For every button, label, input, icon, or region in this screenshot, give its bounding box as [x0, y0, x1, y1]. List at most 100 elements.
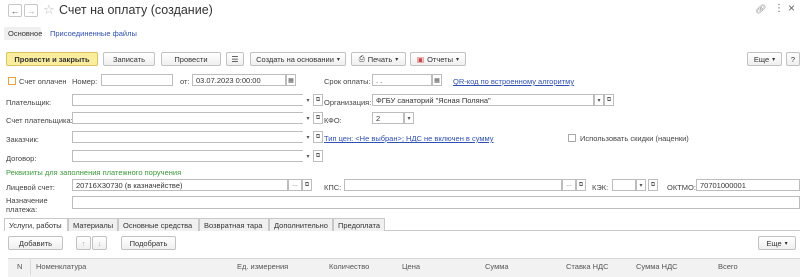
open-icon[interactable]: ⧉: [648, 179, 658, 191]
tab-returnable-container[interactable]: Возвратная тара: [199, 218, 269, 231]
payer-account-field[interactable]: [72, 112, 304, 124]
dropdown-icon[interactable]: ▾: [303, 150, 313, 162]
org-field[interactable]: ФГБУ санаторий "Ясная Поляна": [372, 94, 594, 106]
nav-tab-main[interactable]: Основное: [8, 29, 42, 38]
col-divider: [30, 259, 31, 275]
number-field[interactable]: [101, 74, 173, 86]
personal-account-label: Лицевой счет:: [6, 183, 55, 192]
purpose-label: Назначение платежа:: [6, 196, 48, 214]
save-button[interactable]: Записать: [103, 52, 155, 66]
dropdown-icon[interactable]: ▾: [303, 94, 313, 106]
journal-button[interactable]: ☰: [226, 52, 244, 66]
post-and-close-button[interactable]: Провести и закрыть: [6, 52, 98, 66]
page-title: Счет на оплату (создание): [59, 3, 213, 17]
qr-code-link[interactable]: QR-код по встроенному алгоритму: [453, 77, 574, 86]
payer-field[interactable]: [72, 94, 304, 106]
kfo-label: КФО:: [324, 116, 342, 125]
tab-additional[interactable]: Дополнительно: [269, 218, 333, 231]
open-icon[interactable]: ⧉: [313, 131, 323, 143]
open-icon[interactable]: ⧉: [302, 179, 312, 191]
kek-field[interactable]: [612, 179, 636, 191]
tab-prepayment[interactable]: Предоплата: [333, 218, 385, 231]
price-type-link[interactable]: Тип цен: <Не выбран>; НДС не включен в с…: [324, 134, 494, 143]
back-button[interactable]: ←: [8, 4, 22, 17]
due-label: Срок оплаты:: [324, 77, 371, 86]
payer-label: Плательщик:: [6, 98, 52, 107]
customer-label: Заказчик:: [6, 135, 39, 144]
create-based-on-button[interactable]: Создать на основании ▾: [250, 52, 346, 66]
personal-account-field[interactable]: 20716Х30730 (в казначействе): [72, 179, 288, 191]
chevron-down-icon: ▾: [336, 56, 340, 63]
tab-fixed-assets[interactable]: Основные средства: [118, 218, 199, 231]
contract-field[interactable]: [72, 150, 304, 162]
col-vat-sum[interactable]: Сумма НДС: [636, 262, 678, 271]
post-button[interactable]: Провести: [161, 52, 221, 66]
dropdown-icon[interactable]: ▾: [636, 179, 646, 191]
pick-button[interactable]: Подобрать: [121, 236, 176, 250]
dropdown-icon[interactable]: ▾: [303, 112, 313, 124]
move-up-button[interactable]: ↑: [76, 236, 91, 250]
oktmo-label: ОКТМО:: [667, 183, 696, 192]
arrow-right-icon: →: [26, 5, 36, 16]
more-button[interactable]: Еще ▾: [747, 52, 782, 66]
forward-button[interactable]: →: [24, 4, 38, 17]
paid-checkbox[interactable]: [8, 77, 16, 85]
col-price[interactable]: Цена: [402, 262, 420, 271]
col-sum[interactable]: Сумма: [485, 262, 509, 271]
calendar-icon[interactable]: ▦: [286, 74, 296, 86]
select-icon[interactable]: …: [562, 179, 576, 191]
customer-field[interactable]: [72, 131, 304, 143]
col-unit[interactable]: Ед. измерения: [237, 262, 288, 271]
contract-label: Договор:: [6, 154, 37, 163]
from-label: от:: [180, 77, 190, 86]
col-n[interactable]: N: [17, 262, 22, 271]
reports-button[interactable]: ▣ Отчеты ▾: [410, 52, 466, 66]
col-quantity[interactable]: Количество: [329, 262, 369, 271]
favorite-star-icon[interactable]: ☆: [43, 2, 55, 18]
open-icon[interactable]: ⧉: [604, 94, 614, 106]
more-vertical-icon[interactable]: ⋮: [774, 3, 784, 14]
help-button[interactable]: ?: [786, 52, 800, 66]
paid-label: Счет оплачен: [19, 77, 67, 86]
arrow-down-icon: ↓: [97, 238, 102, 248]
col-vat-rate[interactable]: Ставка НДС: [566, 262, 609, 271]
discounts-checkbox[interactable]: [568, 134, 576, 142]
table-more-button[interactable]: Еще ▾: [758, 236, 796, 250]
tab-materials[interactable]: Материалы: [68, 218, 118, 231]
chevron-down-icon: ▾: [456, 56, 460, 63]
chevron-down-icon: ▾: [772, 56, 776, 63]
open-icon[interactable]: ⧉: [313, 112, 323, 124]
print-button[interactable]: ⎙ Печать ▾: [351, 52, 406, 66]
close-icon[interactable]: ×: [788, 1, 795, 15]
printer-icon: ⎙: [358, 54, 365, 63]
select-icon[interactable]: …: [288, 179, 302, 191]
report-icon: ▣: [416, 54, 425, 64]
arrow-left-icon: ←: [10, 5, 20, 16]
due-field[interactable]: . .: [372, 74, 432, 86]
col-nomenclature[interactable]: Номенклатура: [36, 262, 86, 271]
date-field[interactable]: 03.07.2023 0:00:00: [192, 74, 286, 86]
payer-account-label: Счет плательщика:: [6, 116, 73, 125]
dropdown-icon[interactable]: ▾: [594, 94, 604, 106]
open-icon[interactable]: ⧉: [313, 94, 323, 106]
chevron-down-icon: ▾: [784, 240, 788, 247]
open-icon[interactable]: ⧉: [576, 179, 586, 191]
kps-label: КПС:: [324, 183, 342, 192]
arrow-up-icon: ↑: [81, 238, 86, 248]
requisites-header: Реквизиты для заполнения платежного пору…: [6, 168, 182, 177]
open-icon[interactable]: ⧉: [313, 150, 323, 162]
kfo-field[interactable]: 2: [372, 112, 404, 124]
kps-field[interactable]: [344, 179, 562, 191]
kek-label: КЭК:: [592, 183, 609, 192]
tab-services[interactable]: Услуги, работы: [4, 218, 68, 231]
col-total[interactable]: Всего: [718, 262, 738, 271]
move-down-button[interactable]: ↓: [92, 236, 107, 250]
nav-tab-files[interactable]: Присоединенные файлы: [50, 29, 137, 38]
calendar-icon[interactable]: ▦: [432, 74, 442, 86]
purpose-field[interactable]: [72, 196, 800, 209]
dropdown-icon[interactable]: ▾: [404, 112, 414, 124]
oktmo-field[interactable]: 70701000001: [696, 179, 800, 191]
dropdown-icon[interactable]: ▾: [303, 131, 313, 143]
add-button[interactable]: Добавить: [8, 236, 63, 250]
link-icon[interactable]: 🔗︎: [755, 4, 766, 15]
